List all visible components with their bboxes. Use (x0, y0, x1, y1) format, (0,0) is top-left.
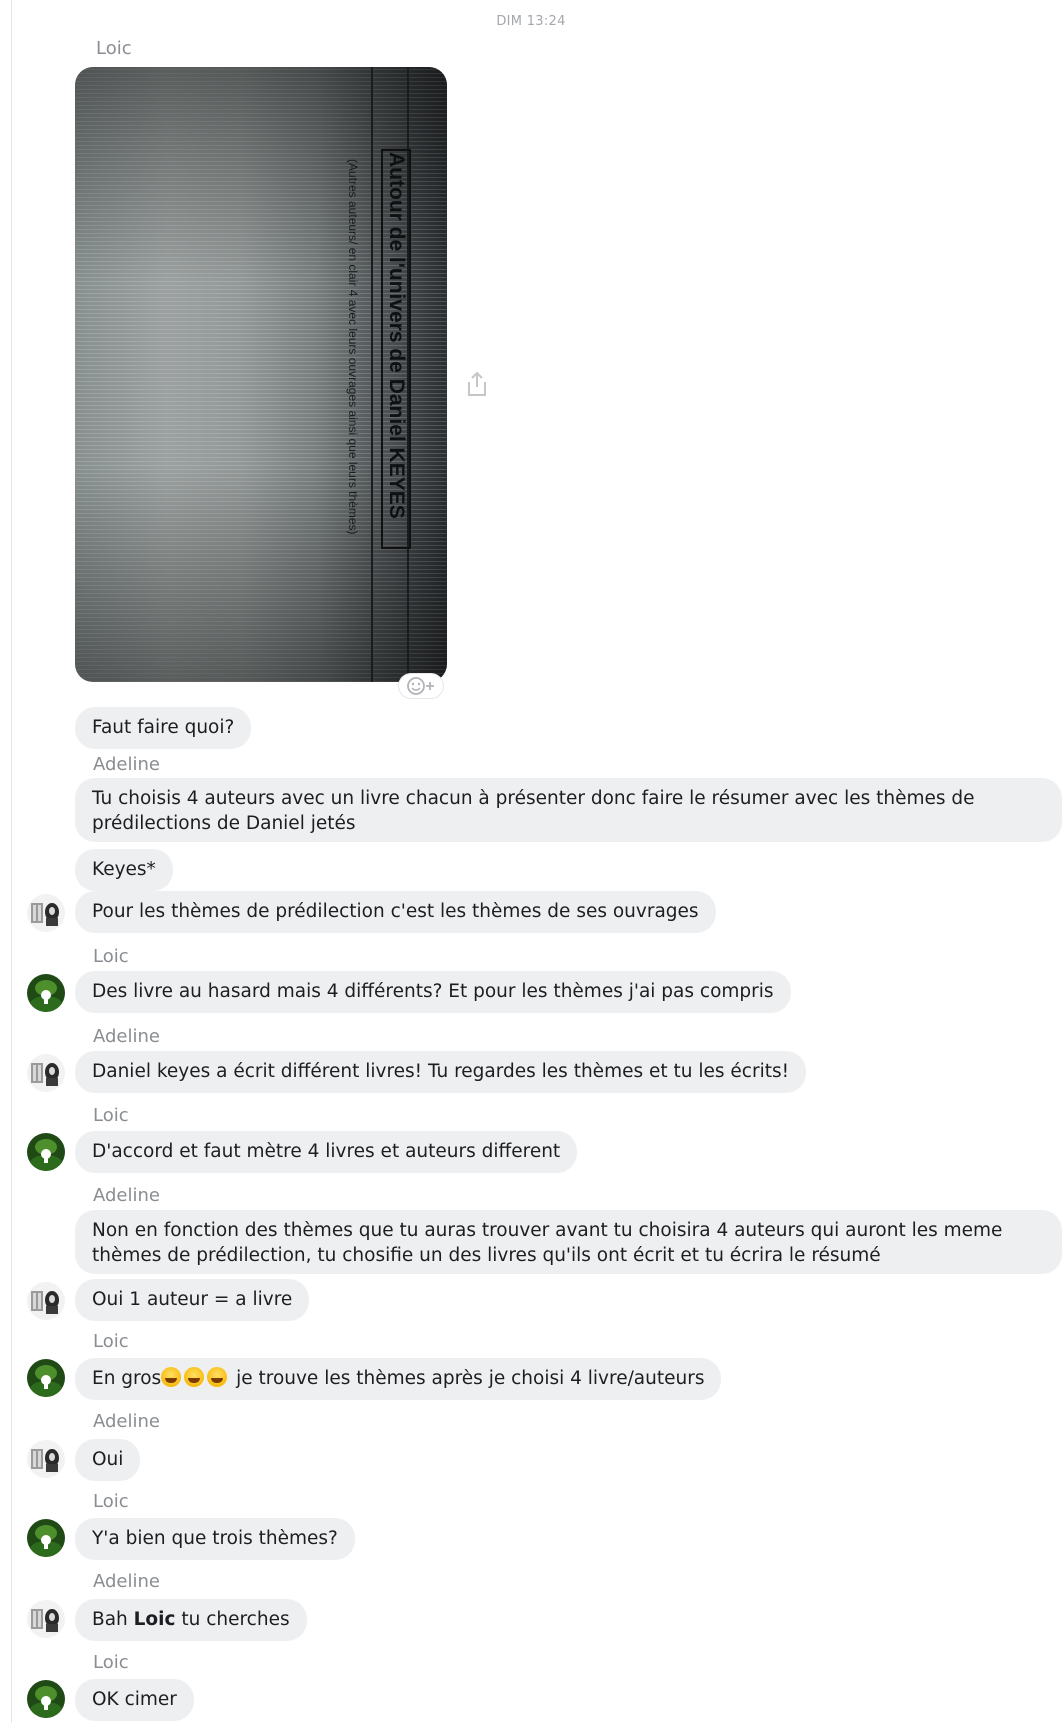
sender-name-adeline: Adeline (93, 1411, 160, 1432)
message-bubble[interactable]: Pour les thèmes de prédilection c'est le… (75, 891, 716, 933)
avatar-adeline[interactable] (27, 1440, 65, 1478)
sender-name-loic: Loic (93, 1105, 129, 1126)
avatar-loic[interactable] (27, 1519, 65, 1557)
message-bubble[interactable]: Daniel keyes a écrit différent livres! T… (75, 1051, 807, 1093)
avatar-adeline[interactable] (27, 894, 65, 932)
message-bubble[interactable]: Oui 1 auteur = a livre (75, 1279, 310, 1321)
message-bubble[interactable]: Des livre au hasard mais 4 différents? E… (75, 971, 791, 1013)
message-bubble[interactable]: OK cimer (75, 1679, 194, 1721)
avatar-loic[interactable] (27, 1133, 65, 1171)
sender-name-loic: Loic (93, 1652, 129, 1673)
message-bubble[interactable]: Keyes* (75, 849, 173, 891)
sender-name-adeline: Adeline (93, 1185, 160, 1206)
avatar-loic[interactable] (27, 1359, 65, 1397)
message-bubble[interactable]: Tu choisis 4 auteurs avec un livre chacu… (75, 778, 1062, 842)
message-bubble[interactable]: Oui (75, 1439, 141, 1481)
sender-name-adeline: Adeline (93, 1571, 160, 1592)
shared-photo[interactable]: Autour de l'univers de Daniel KEYES (Aut… (75, 67, 447, 682)
message-bubble[interactable]: Non en fonction des thèmes que tu auras … (75, 1210, 1062, 1274)
photo-title: Autour de l'univers de Daniel KEYES (385, 152, 408, 519)
laughing-emoji-icon (207, 1367, 228, 1387)
mention-loic[interactable]: Loic (134, 1609, 176, 1630)
conversation-divider (11, 0, 12, 1723)
laughing-emoji-icon (184, 1367, 205, 1387)
avatar-adeline[interactable] (27, 1600, 65, 1638)
message-bubble[interactable]: Y'a bien que trois thèmes? (75, 1518, 355, 1560)
avatar-loic[interactable] (27, 1680, 65, 1718)
photo-subtitle: (Autres auteurs/ en clair 4 avec leurs o… (346, 159, 360, 535)
sender-name-loic: Loic (93, 1491, 129, 1512)
avatar-adeline[interactable] (27, 1054, 65, 1092)
share-icon[interactable] (465, 370, 489, 398)
sender-name-loic: Loic (93, 946, 129, 967)
sender-name-loic: Loic (93, 1331, 129, 1352)
message-bubble[interactable]: Faut faire quoi? (75, 707, 252, 749)
sender-name-loic: Loic (96, 38, 132, 59)
message-bubble[interactable]: Bah Loic tu cherches (75, 1599, 307, 1641)
message-bubble[interactable]: En gros je trouve les thèmes après je ch… (75, 1358, 722, 1400)
message-bubble[interactable]: D'accord et faut mètre 4 livres et auteu… (75, 1131, 578, 1173)
add-reaction-icon[interactable] (399, 674, 443, 698)
avatar-loic[interactable] (27, 974, 65, 1012)
laughing-emoji-icon (161, 1367, 182, 1387)
conversation-timestamp: DIM 13:24 (496, 14, 566, 29)
sender-name-adeline: Adeline (93, 754, 160, 775)
avatar-adeline[interactable] (27, 1282, 65, 1320)
sender-name-adeline: Adeline (93, 1026, 160, 1047)
